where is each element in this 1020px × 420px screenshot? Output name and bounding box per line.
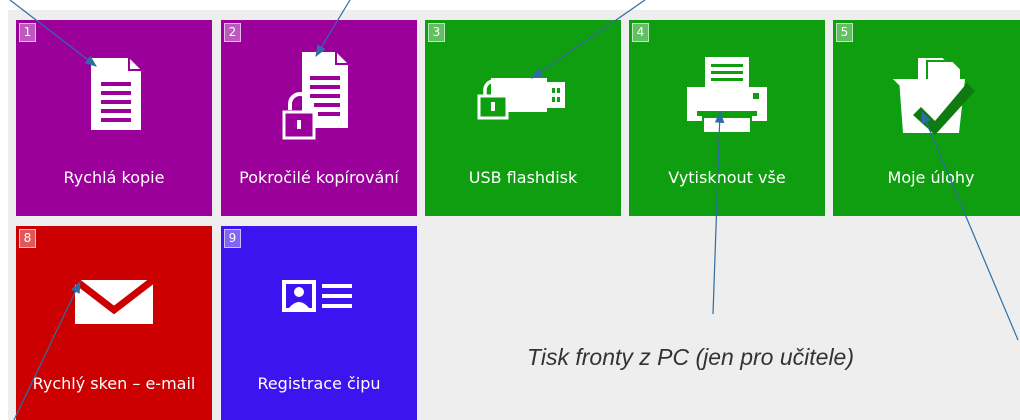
- tile-label: USB flashdisk: [468, 168, 578, 187]
- tile-quick-scan-email[interactable]: 8 Rychlý sken – e-mail: [16, 226, 212, 420]
- tile-label: Moje úlohy: [887, 168, 975, 187]
- tile-number: 2: [224, 23, 241, 42]
- usb-lock-icon: [425, 46, 621, 142]
- tile-label: Rychlá kopie: [63, 168, 165, 187]
- tile-quick-copy[interactable]: 1 Rychlá kopie: [16, 20, 212, 216]
- tile-number: 8: [19, 229, 36, 248]
- tile-chip-registration[interactable]: 9 Registrace čipu: [221, 226, 417, 420]
- id-card-icon: [221, 252, 417, 348]
- tile-label: Vytisknout vše: [668, 168, 786, 187]
- tile-print-all[interactable]: 4 Vytisknout vše: [629, 20, 825, 216]
- tile-number: 9: [224, 229, 241, 248]
- tile-usb-flashdisk[interactable]: 3 USB flashdisk: [425, 20, 621, 216]
- tile-label: Registrace čipu: [257, 374, 381, 393]
- tile-my-jobs[interactable]: 5 Moje úlohy: [833, 20, 1020, 216]
- tile-number: 4: [632, 23, 649, 42]
- printer-icon: [629, 46, 825, 142]
- tile-advanced-copy[interactable]: 2 Pokročilé kopírování: [221, 20, 417, 216]
- tile-number: 5: [836, 23, 853, 42]
- tile-label: Pokročilé kopírování: [239, 168, 399, 187]
- tile-number: 3: [428, 23, 445, 42]
- document-icon: [16, 46, 212, 142]
- tile-number: 1: [19, 23, 36, 42]
- folder-check-icon: [833, 46, 1020, 142]
- document-lock-icon: [221, 46, 417, 142]
- tile-label: Rychlý sken – e-mail: [32, 374, 196, 393]
- envelope-icon: [16, 252, 212, 348]
- annotation-caption: Tisk fronty z PC (jen pro učitele): [527, 344, 855, 370]
